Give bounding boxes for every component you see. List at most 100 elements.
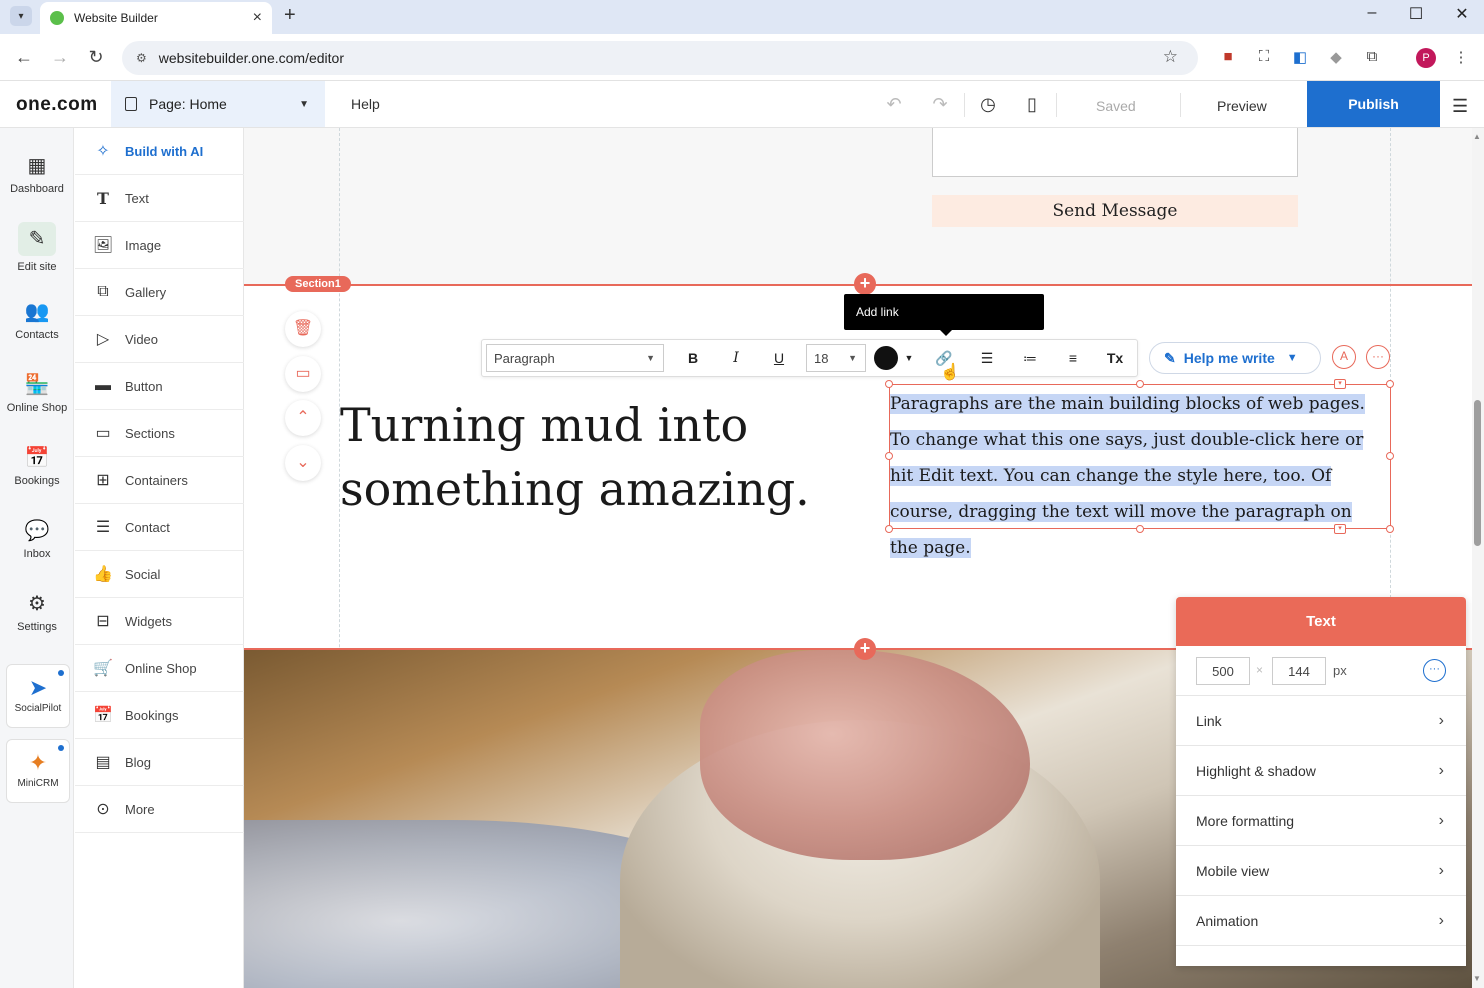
hamburger-menu-icon[interactable]: ☰ — [1452, 96, 1468, 117]
undo-icon[interactable]: ↶ — [884, 94, 904, 115]
minimize-icon[interactable]: – — [1362, 4, 1382, 22]
resize-handle[interactable] — [885, 452, 893, 460]
rail-item-dashboard[interactable]: ▦ Dashboard — [0, 154, 74, 195]
resize-handle[interactable] — [1386, 380, 1394, 388]
minicrm-app[interactable]: ✦ MiniCRM — [6, 739, 70, 803]
reload-icon[interactable]: ↻ — [86, 47, 106, 68]
panel-item-contact[interactable]: ☰ Contact — [75, 504, 244, 551]
trash-icon[interactable]: 🗑 — [285, 311, 321, 347]
font-size-select[interactable]: 18 ▼ — [806, 344, 866, 372]
expand-handle-icon[interactable]: ▾ — [1334, 524, 1346, 534]
spellcheck-icon[interactable]: A — [1332, 345, 1356, 369]
resize-handle[interactable] — [1386, 452, 1394, 460]
rail-item-contacts[interactable]: 👥 Contacts — [0, 300, 74, 341]
panel-item-social[interactable]: 👍 Social — [75, 551, 244, 598]
send-message-button[interactable]: Send Message — [932, 195, 1298, 227]
scroll-down-icon[interactable]: ▼ — [1473, 974, 1481, 983]
close-icon[interactable]: × — [253, 9, 262, 27]
move-up-icon[interactable]: ⌃ — [285, 400, 321, 436]
height-input[interactable]: 144 — [1272, 657, 1326, 685]
scrollbar-thumb[interactable] — [1474, 400, 1481, 546]
more-options-icon[interactable]: ··· — [1423, 659, 1446, 682]
message-textarea[interactable] — [932, 128, 1298, 177]
forward-icon[interactable]: → — [50, 47, 70, 68]
panel-item-more[interactable]: ⊙ More — [75, 786, 244, 833]
publish-button[interactable]: Publish — [1307, 81, 1440, 127]
panel-item-blog[interactable]: ▤ Blog — [75, 739, 244, 786]
panel-item-bookings[interactable]: 📅 Bookings — [75, 692, 244, 739]
underline-button[interactable]: U — [768, 347, 790, 369]
panel-row-highlight-shadow[interactable]: Highlight & shadow › — [1176, 746, 1466, 796]
panel-item-gallery[interactable]: ⧉ Gallery — [75, 269, 244, 316]
panel-item-sections[interactable]: ▭ Sections — [75, 410, 244, 457]
add-section-icon[interactable]: + — [854, 273, 876, 295]
browser-menu-icon[interactable]: ⋮ — [1452, 48, 1470, 66]
extensions-puzzle-icon[interactable]: ⧉ — [1363, 48, 1381, 66]
rail-item-online-shop[interactable]: 🏪 Online Shop — [0, 373, 74, 414]
panel-item-build-with-ai[interactable]: ✧ Build with AI — [75, 128, 244, 175]
clear-formatting-button[interactable]: Tx — [1104, 347, 1126, 369]
maximize-icon[interactable]: ☐ — [1406, 4, 1426, 24]
window-close-icon[interactable]: ✕ — [1452, 4, 1472, 24]
panel-item-video[interactable]: ▷ Video — [75, 316, 244, 363]
canvas-scrollbar[interactable] — [1472, 128, 1484, 988]
color-dropdown-icon[interactable]: ▼ — [898, 347, 920, 369]
bullet-list-icon[interactable]: ≡ — [1062, 347, 1084, 369]
panel-row-more-formatting[interactable]: More formatting › — [1176, 796, 1466, 846]
rail-item-bookings[interactable]: 📅 Bookings — [0, 446, 74, 487]
text-color-swatch[interactable] — [874, 346, 898, 370]
width-input[interactable]: 500 — [1196, 657, 1250, 685]
resize-handle[interactable] — [1386, 525, 1394, 533]
tab-search-dropdown[interactable]: ▾ — [10, 6, 32, 26]
resize-handle[interactable] — [1136, 525, 1144, 533]
resize-handle[interactable] — [885, 525, 893, 533]
panel-row-link[interactable]: Link › — [1176, 696, 1466, 746]
selected-paragraph[interactable]: Paragraphs are the main building blocks … — [890, 386, 1380, 566]
scroll-up-icon[interactable]: ▲ — [1473, 132, 1481, 141]
preview-button[interactable]: Preview — [1217, 98, 1267, 114]
panel-item-widgets[interactable]: ⊟ Widgets — [75, 598, 244, 645]
move-down-icon[interactable]: ⌄ — [285, 445, 321, 481]
panel-item-online-shop[interactable]: 🛒 Online Shop — [75, 645, 244, 692]
brand-logo[interactable]: one.com — [16, 94, 98, 116]
panel-item-button[interactable]: ▬ Button — [75, 363, 244, 410]
bold-button[interactable]: B — [682, 347, 704, 369]
resize-handle[interactable] — [885, 380, 893, 388]
hero-heading[interactable]: Turning mud into something amazing. — [340, 393, 810, 521]
panel-row-mobile-view[interactable]: Mobile view › — [1176, 846, 1466, 896]
italic-button[interactable]: I — [725, 347, 747, 369]
panel-item-text[interactable]: T Text — [75, 175, 244, 222]
redo-icon[interactable]: ↷ — [930, 94, 950, 115]
profile-avatar[interactable]: P — [1416, 48, 1436, 68]
mobile-preview-icon[interactable]: ▯ — [1022, 94, 1042, 115]
site-info-icon[interactable]: ⚙ — [136, 51, 147, 65]
screenshot-extension-icon[interactable]: ⛶ — [1255, 48, 1273, 66]
section-badge[interactable]: Section1 — [285, 276, 351, 292]
resize-handle[interactable] — [1136, 380, 1144, 388]
numbered-list-icon[interactable]: ≔ — [1019, 347, 1041, 369]
panel-item-image[interactable]: 🖼 Image — [75, 222, 244, 269]
extension-blue-icon[interactable]: ◧ — [1291, 48, 1309, 66]
new-tab-button[interactable]: + — [284, 4, 296, 27]
browser-tab[interactable]: Website Builder × — [40, 2, 272, 34]
align-left-icon[interactable]: ☰ — [976, 347, 998, 369]
rail-item-inbox[interactable]: 💬 Inbox — [0, 519, 74, 560]
help-me-write-button[interactable]: ✎ Help me write ▼ — [1149, 342, 1321, 374]
page-selector[interactable]: Page: Home ▼ — [111, 81, 325, 127]
history-icon[interactable]: ◷ — [978, 94, 998, 115]
back-icon[interactable]: ← — [14, 47, 34, 68]
more-options-icon[interactable]: ··· — [1366, 345, 1390, 369]
panel-item-containers[interactable]: ⊞ Containers — [75, 457, 244, 504]
collapse-handle-icon[interactable]: ▾ — [1334, 379, 1346, 389]
help-link[interactable]: Help — [351, 96, 380, 112]
add-section-icon[interactable]: + — [854, 638, 876, 660]
rail-item-settings[interactable]: ⚙ Settings — [0, 592, 74, 633]
extension-diamond-icon[interactable]: ◆ — [1327, 48, 1345, 66]
url-field[interactable]: ⚙ websitebuilder.one.com/editor ☆ — [122, 41, 1198, 75]
section-settings-icon[interactable]: ▭ — [285, 356, 321, 392]
paragraph-style-select[interactable]: Paragraph ▼ — [486, 344, 664, 372]
extension-red-icon[interactable]: ■ — [1219, 48, 1237, 66]
bookmark-star-icon[interactable]: ☆ — [1163, 47, 1178, 67]
rail-item-edit-site[interactable]: ✎ Edit site — [0, 222, 74, 273]
socialpilot-app[interactable]: ➤ SocialPilot — [6, 664, 70, 728]
